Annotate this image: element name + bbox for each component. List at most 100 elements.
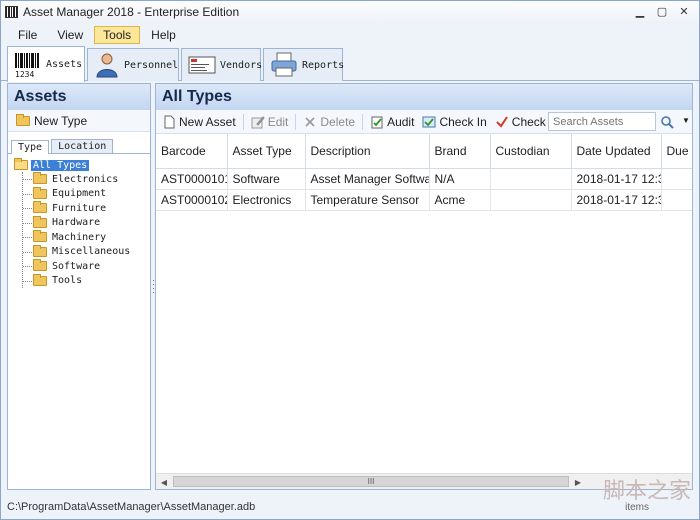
new-asset-button[interactable]: New Asset: [158, 115, 240, 129]
audit-button[interactable]: Audit: [366, 115, 418, 129]
tree-item-equipment[interactable]: Equipment: [23, 186, 150, 202]
watermark: 脚本之家: [602, 478, 691, 503]
cell-custodian: [490, 168, 572, 190]
menu-help[interactable]: Help: [142, 26, 185, 44]
tree-item-miscellaneous[interactable]: Miscellaneous: [23, 244, 150, 260]
tree-item-label: Tools: [52, 275, 83, 287]
tree-item-electronics[interactable]: Electronics: [23, 172, 150, 187]
barcode-badge: 1234: [15, 70, 34, 78]
check-in-button[interactable]: Check In: [418, 115, 490, 129]
tree-item-furniture[interactable]: Furniture: [23, 201, 150, 216]
left-panel: Assets New Type Type Location All Types …: [7, 83, 151, 490]
column-header-description[interactable]: Description: [305, 134, 430, 169]
cell-asset-type: Electronics: [227, 189, 306, 211]
maximize-button[interactable]: ▢: [651, 3, 673, 20]
menu-file[interactable]: File: [9, 26, 46, 44]
tab-reports-label: Reports: [302, 59, 345, 71]
cell-due-date: [661, 189, 692, 211]
subtab-location[interactable]: Location: [51, 139, 114, 153]
table-row[interactable]: AST0000101 Software Asset Manager Softwa…: [156, 168, 692, 190]
tab-personnel-label: Personnel: [124, 59, 179, 71]
tree-root-label: All Types: [31, 159, 90, 171]
new-type-label: New Type: [34, 113, 88, 128]
folder-icon: [33, 259, 47, 272]
folder-icon: [33, 215, 47, 228]
check-in-label: Check In: [439, 114, 487, 129]
tree-root[interactable]: All Types: [14, 158, 150, 172]
search-icon[interactable]: [657, 112, 677, 131]
tab-reports[interactable]: Reports: [263, 48, 345, 81]
tree-item-label: Electronics: [52, 173, 119, 185]
toolbar-separator: [242, 113, 244, 130]
tree-item-hardware[interactable]: Hardware: [23, 215, 150, 231]
check-out-icon: [495, 115, 509, 129]
table-header-row: Barcode Asset Type Description Brand Cus…: [156, 134, 692, 169]
window-title: Asset Manager 2018 - Enterprise Edition: [23, 5, 240, 19]
cell-due-date: [661, 168, 692, 190]
edit-button[interactable]: Edit: [247, 115, 293, 129]
new-document-icon: [162, 115, 176, 129]
toolbar-separator: [362, 113, 364, 130]
cell-custodian: [490, 189, 572, 211]
cell-description: Asset Manager Software: [305, 168, 430, 190]
close-button[interactable]: ✕: [673, 3, 695, 20]
folder-icon: [33, 244, 47, 257]
folder-icon: [16, 113, 30, 126]
column-header-due-date[interactable]: Due D: [661, 134, 692, 169]
new-type-button[interactable]: New Type: [12, 113, 91, 128]
menu-view[interactable]: View: [48, 26, 92, 44]
tab-assets-label: Assets: [46, 59, 83, 70]
cell-brand: Acme: [429, 189, 491, 211]
menu-tools[interactable]: Tools: [94, 25, 141, 44]
search-assets-input[interactable]: [548, 112, 656, 131]
scroll-left-icon[interactable]: ◀: [156, 474, 172, 490]
tree-item-label: Miscellaneous: [52, 246, 131, 258]
edit-label: Edit: [267, 114, 289, 129]
menu-bar: File View Tools Help: [1, 24, 699, 45]
tab-vendors-label: Vendors: [220, 59, 263, 71]
tree-item-label: Software: [52, 260, 101, 272]
column-header-custodian[interactable]: Custodian: [490, 134, 572, 169]
status-bar: C:\ProgramData\AssetManager\AssetManager…: [1, 495, 699, 519]
column-header-brand[interactable]: Brand: [429, 134, 491, 169]
right-panel: All Types New Asset Edit Delete Audit Ch…: [155, 83, 693, 490]
delete-button[interactable]: Delete: [299, 115, 359, 129]
printer-icon: [270, 52, 298, 78]
subtab-type[interactable]: Type: [11, 140, 50, 154]
toolbar-overflow-icon[interactable]: ▼: [682, 116, 690, 125]
tree-item-label: Machinery: [52, 231, 107, 243]
asset-grid: Barcode Asset Type Description Brand Cus…: [156, 134, 692, 456]
tab-assets[interactable]: 1234 Assets: [7, 46, 85, 82]
edit-icon: [251, 115, 265, 129]
delete-x-icon: [303, 115, 317, 129]
folder-open-icon: [14, 158, 28, 170]
app-window: Asset Manager 2018 - Enterprise Edition …: [0, 0, 700, 520]
tab-personnel[interactable]: Personnel: [87, 48, 179, 81]
cell-brand: N/A: [429, 168, 491, 190]
window-controls: ▁ ▢ ✕: [629, 3, 695, 20]
asset-table: Barcode Asset Type Description Brand Cus…: [156, 134, 692, 211]
left-subtabs: Type Location: [8, 135, 150, 154]
audit-label: Audit: [387, 114, 415, 129]
tree-item-label: Equipment: [52, 188, 107, 200]
folder-icon: [33, 201, 47, 214]
table-row[interactable]: AST0000102 Electronics Temperature Senso…: [156, 189, 692, 211]
tree-item-software[interactable]: Software: [23, 259, 150, 274]
cell-description: Temperature Sensor: [305, 189, 430, 211]
scroll-right-icon[interactable]: ▶: [570, 474, 586, 490]
scroll-thumb[interactable]: III: [173, 476, 569, 487]
tree-item-tools[interactable]: Tools: [23, 273, 150, 289]
folder-icon: [33, 273, 47, 286]
tree-item-label: Hardware: [52, 217, 101, 229]
column-header-asset-type[interactable]: Asset Type: [227, 134, 306, 169]
column-header-date-updated[interactable]: Date Updated: [571, 134, 662, 169]
tree-item-machinery[interactable]: Machinery: [23, 230, 150, 245]
cell-date-updated: 2018-01-17 12:32: [571, 168, 662, 190]
main-tab-strip: 1234 Assets Personnel Vendors Reports: [1, 45, 699, 82]
cell-barcode: AST0000101: [156, 168, 228, 190]
cell-date-updated: 2018-01-17 12:36: [571, 189, 662, 211]
column-header-barcode[interactable]: Barcode: [156, 134, 228, 169]
right-panel-title: All Types: [156, 84, 692, 110]
tab-vendors[interactable]: Vendors: [181, 48, 263, 81]
minimize-button[interactable]: ▁: [629, 3, 651, 20]
